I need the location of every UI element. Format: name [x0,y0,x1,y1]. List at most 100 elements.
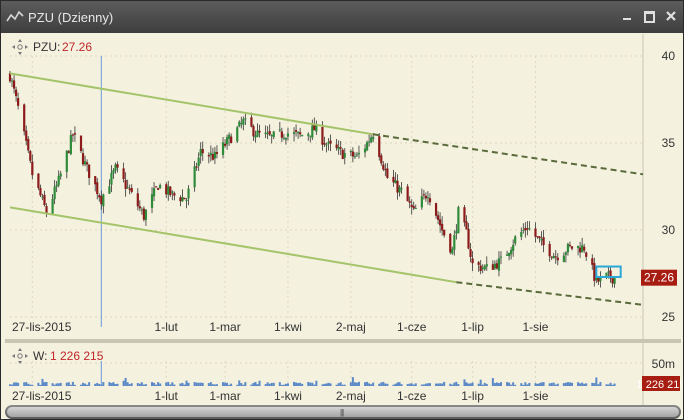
horizontal-scrollbar[interactable]: ||| [5,405,681,419]
candle [39,184,42,197]
candle [368,134,371,147]
minimize-icon[interactable] [621,10,633,22]
candle-body [420,196,423,208]
candle [469,242,472,263]
candle [201,141,204,161]
candle [242,116,245,131]
volume-bar [41,378,44,386]
volume-bar [471,382,474,386]
candle [392,169,395,187]
volume-bar [45,381,48,386]
candle-body [311,125,314,138]
volume-bar [65,382,68,386]
x-tick-label: 1-sie [522,320,548,334]
channel-upper-extension[interactable] [373,133,644,176]
volume-bar [465,382,468,386]
volume-bar [122,380,125,386]
volume-bar [209,382,212,386]
candle-body [185,199,188,202]
volume-bar [392,384,395,386]
symbol-label: PZU: [33,40,60,54]
candle-body [244,118,247,120]
volume-bar [140,382,143,386]
candle-body [266,132,269,134]
candle-body [597,277,600,282]
candle-body [439,219,442,226]
candle [408,196,411,209]
candle [10,78,14,87]
candle-body [264,132,267,135]
candle-body [406,186,409,202]
volume-bar [228,384,231,386]
volume-bar [25,382,28,386]
volume-bar [597,384,600,386]
candle-body [183,197,186,200]
candle [556,253,559,266]
candle [296,131,300,139]
maximize-icon[interactable] [643,10,655,23]
volume-bar [394,383,397,386]
candle-body [512,245,515,251]
volume-bar [570,382,573,386]
candle [211,147,214,161]
candle [179,195,182,207]
volume-bar [368,383,371,386]
candle-body [228,134,231,139]
candle-body [57,175,60,186]
volume-bar [609,382,612,386]
volume-bar [215,384,218,386]
candle [311,119,314,141]
candle [185,197,188,209]
candle-body [167,186,170,195]
candle-body [412,206,415,209]
volume-chart[interactable]: 27-lis-2015 1-lut 1-mar 1-kwi 2-maj 1-cze 1-li… [5,343,681,405]
candle [583,243,586,254]
volume-pane[interactable]: 27-lis-2015 1-lut 1-mar 1-kwi 2-maj 1-cze 1-li… [5,343,681,405]
candle-body [292,132,296,134]
candle-body [221,142,225,155]
scrollbar-thumb[interactable]: ||| [7,407,679,417]
candle [282,133,285,141]
candle-body [353,156,357,158]
candle-body [380,155,383,164]
candle-body [272,131,275,138]
candle [98,193,101,202]
price-pane[interactable]: 40 35 30 25 27-lis-2015 1-lut 1-mar 1-kwi 2-maj 1… [5,34,681,339]
channel-lower-extension[interactable] [456,281,644,306]
candle-body [528,228,531,230]
candle-body [71,134,74,136]
volume-bar [130,383,133,386]
candle-body [55,184,58,187]
volume-bar [238,380,241,386]
volume-bar [536,383,539,386]
price-chart[interactable]: 40 35 30 25 27-lis-2015 1-lut 1-mar 1-kwi 2-maj 1… [5,34,681,339]
candle [130,184,133,194]
candle [244,113,247,125]
volume-bar [593,383,596,386]
candle [581,237,584,253]
volume-bar [142,384,145,386]
candle-body [343,152,346,158]
candle-body [201,148,204,154]
close-icon[interactable] [665,10,677,22]
candle-body [12,80,16,89]
candle-body [284,137,288,140]
channel-upper-line[interactable] [9,72,374,136]
pane-move-icon[interactable] [12,348,28,364]
candle-body [130,188,133,192]
candle [426,191,430,205]
candle [481,264,484,274]
candle [536,236,539,239]
candle [102,193,105,214]
candle [424,192,428,202]
title-bar[interactable]: PZU (Dzienny) [1,1,683,33]
candle-body [607,271,610,273]
pane-move-icon[interactable] [12,39,28,55]
channel-lower-line[interactable] [9,206,457,284]
volume-bar [457,384,460,386]
candle [400,181,403,194]
volume-bar [520,383,523,386]
candle [449,232,452,255]
candle-body [400,188,403,190]
candle [540,231,543,246]
